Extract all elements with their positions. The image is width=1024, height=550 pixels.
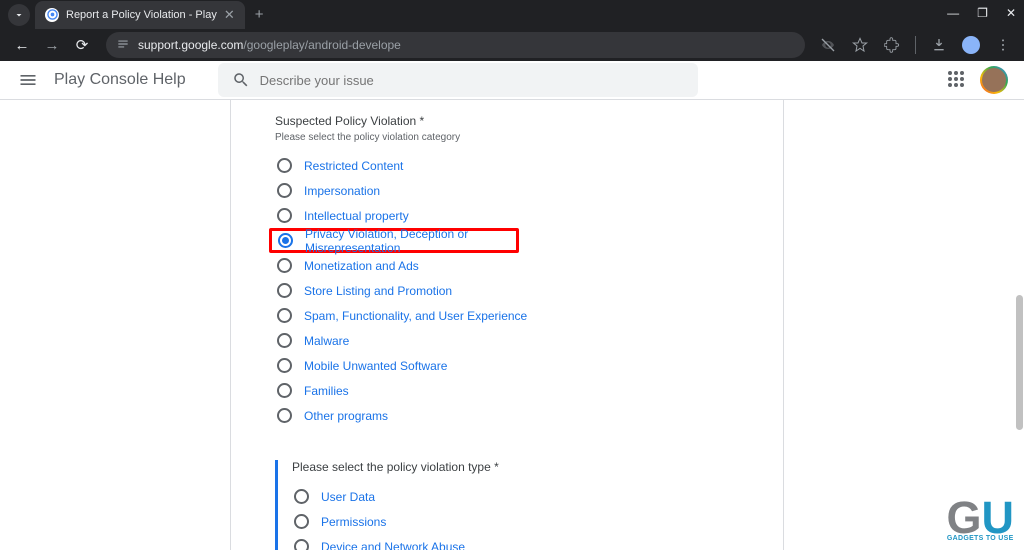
category-option[interactable]: Privacy Violation, Deception or Misrepre… [269,228,519,253]
eye-slash-icon[interactable] [817,34,839,56]
browser-tab[interactable]: Report a Policy Violation - Play ✕ [35,1,245,29]
new-tab-button[interactable]: + [255,6,264,23]
right-sidebar-space [784,100,1024,550]
category-option[interactable]: Malware [275,328,739,353]
hamburger-icon [18,70,38,90]
category-option[interactable]: Other programs [275,403,739,428]
category-option[interactable]: Monetization and Ads [275,253,739,278]
search-input[interactable] [260,73,684,88]
url-text: support.google.com/googleplay/android-de… [138,38,401,52]
support-header: Play Console Help [0,61,1024,100]
close-window-button[interactable]: ✕ [1006,6,1016,20]
radio-icon[interactable] [277,308,292,323]
radio-icon[interactable] [277,283,292,298]
radio-icon[interactable] [277,158,292,173]
maximize-button[interactable]: ❐ [977,6,988,20]
chevron-down-icon [13,9,25,21]
tab-title: Report a Policy Violation - Play [66,9,217,21]
left-sidebar-space [0,100,230,550]
category-label[interactable]: Other programs [304,409,388,423]
scrollbar-track[interactable] [1016,100,1024,550]
favicon-icon [45,8,59,22]
divider [915,36,916,54]
category-label[interactable]: Restricted Content [304,159,403,173]
category-label[interactable]: Mobile Unwanted Software [304,359,447,373]
subtype-label[interactable]: Device and Network Abuse [321,540,465,550]
category-option[interactable]: Store Listing and Promotion [275,278,739,303]
hamburger-menu-button[interactable] [16,68,40,92]
subtype-label[interactable]: Permissions [321,515,386,529]
tab-bar: Report a Policy Violation - Play ✕ + — ❐… [0,0,1024,29]
extensions-icon[interactable] [881,34,903,56]
star-icon[interactable] [849,34,871,56]
radio-icon[interactable] [277,208,292,223]
radio-icon[interactable] [294,514,309,529]
category-option[interactable]: Mobile Unwanted Software [275,353,739,378]
category-label[interactable]: Spam, Functionality, and User Experience [304,309,527,323]
browser-right-icons [817,34,1014,56]
category-option[interactable]: Impersonation [275,178,739,203]
category-radio-group: Restricted Content Impersonation Intellect… [275,153,739,428]
section-hint: Please select the policy violation categ… [275,132,739,143]
radio-icon[interactable] [277,183,292,198]
category-label[interactable]: Malware [304,334,349,348]
policy-form: Suspected Policy Violation * Please sele… [230,100,784,550]
subtype-title: Please select the policy violation type … [292,460,739,474]
radio-icon[interactable] [277,408,292,423]
subtype-option[interactable]: Device and Network Abuse [292,534,739,550]
account-avatar[interactable] [980,66,1008,94]
nav-bar: ← → ⟳ support.google.com/googleplay/andr… [0,29,1024,61]
radio-icon[interactable] [278,233,293,248]
radio-icon[interactable] [277,333,292,348]
close-icon[interactable]: ✕ [224,7,235,23]
address-bar[interactable]: support.google.com/googleplay/android-de… [106,32,805,58]
search-box[interactable] [218,63,698,97]
category-label[interactable]: Store Listing and Promotion [304,284,452,298]
header-right [948,66,1008,94]
search-icon [232,71,250,89]
radio-icon[interactable] [294,539,309,550]
watermark: GU GADGETS TO USE [946,501,1014,542]
reload-button[interactable]: ⟳ [70,33,94,57]
apps-launcher-icon[interactable] [948,71,966,89]
subtype-label[interactable]: User Data [321,490,375,504]
site-settings-icon[interactable] [116,37,130,54]
radio-icon[interactable] [277,383,292,398]
window-controls: — ❐ ✕ [947,6,1016,20]
minimize-button[interactable]: — [947,6,959,20]
category-option[interactable]: Spam, Functionality, and User Experience [275,303,739,328]
category-label[interactable]: Impersonation [304,184,380,198]
profile-icon[interactable] [960,34,982,56]
browser-chrome: Report a Policy Violation - Play ✕ + — ❐… [0,0,1024,61]
product-title: Play Console Help [54,71,186,89]
subtype-option[interactable]: User Data [292,484,739,509]
download-icon[interactable] [928,34,950,56]
subtype-option[interactable]: Permissions [292,509,739,534]
watermark-text: GADGETS TO USE [947,535,1014,542]
forward-button[interactable]: → [40,33,64,57]
subtype-radio-group: User Data Permissions Device and Network A… [292,484,739,550]
category-option[interactable]: Families [275,378,739,403]
menu-dots-icon[interactable] [992,34,1014,56]
tab-search-button[interactable] [8,4,30,26]
scrollbar-thumb[interactable] [1016,295,1023,430]
radio-icon[interactable] [277,358,292,373]
back-button[interactable]: ← [10,33,34,57]
radio-icon[interactable] [294,489,309,504]
category-option[interactable]: Restricted Content [275,153,739,178]
category-label[interactable]: Privacy Violation, Deception or Misrepre… [305,227,514,255]
radio-icon[interactable] [277,258,292,273]
category-label[interactable]: Families [304,384,349,398]
section-title: Suspected Policy Violation * [275,114,739,128]
category-label[interactable]: Monetization and Ads [304,259,419,273]
category-option[interactable]: Intellectual property [275,203,739,228]
subtype-section: Please select the policy violation type … [275,460,739,550]
category-label[interactable]: Intellectual property [304,209,409,223]
content-area: Suspected Policy Violation * Please sele… [0,100,1024,550]
